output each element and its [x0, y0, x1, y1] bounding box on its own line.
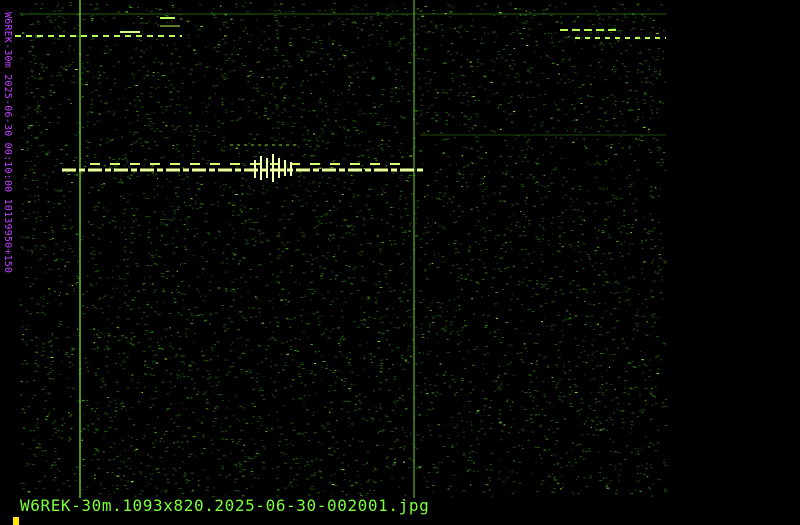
waterfall-background	[18, 0, 666, 498]
terminal-cursor	[13, 517, 19, 525]
waterfall-display	[15, 0, 668, 498]
side-label-callsign-time-frequency: W6REK-30m 2025-06-30 00:10:00 10139950+1…	[2, 12, 13, 274]
filename-label: W6REK-30m.1093x820.2025-06-30-002001.jpg	[20, 496, 430, 515]
